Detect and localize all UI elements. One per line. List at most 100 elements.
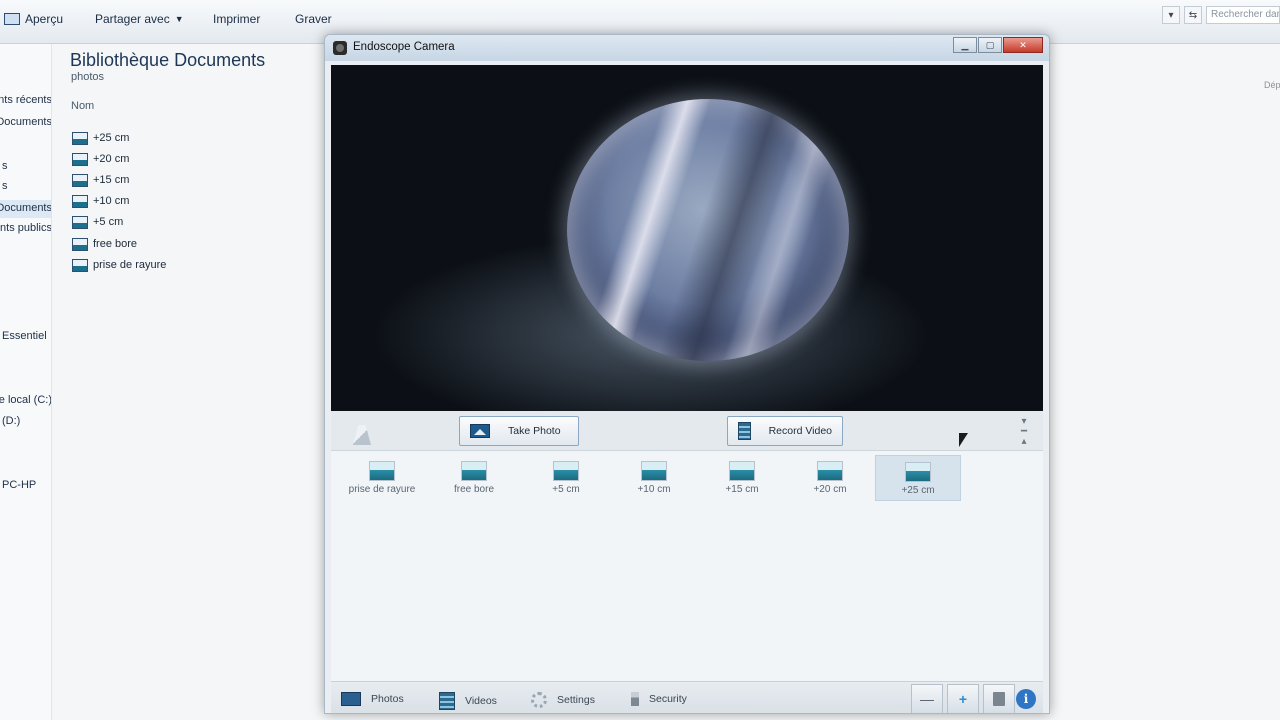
image-thumbnail-icon — [729, 461, 755, 481]
print-label: Imprimer — [213, 12, 261, 26]
videos-icon — [439, 692, 455, 710]
nav-item-essentiel[interactable]: Essentiel — [0, 330, 51, 342]
chevron-down-icon: ▼ — [174, 14, 184, 24]
plus-icon: + — [958, 691, 968, 707]
bottom-tab-bar: Photos Videos Settings Security — + i — [331, 681, 1043, 713]
image-thumbnail-icon — [461, 461, 487, 481]
library-title: Bibliothèque Documents — [70, 50, 266, 70]
add-button[interactable]: + — [947, 684, 979, 713]
thumbnail-label: +10 cm — [637, 484, 671, 495]
photos-icon — [341, 692, 361, 706]
address-controls: ▾ ⇆ Rechercher dans — [1162, 6, 1280, 24]
camera-preview — [331, 65, 1043, 411]
tab-photos[interactable]: Photos — [341, 692, 404, 706]
chevron-down-icon[interactable]: ▾ — [1162, 6, 1180, 24]
share-label: Partager avec — [95, 12, 170, 26]
tab-videos-label: Videos — [465, 695, 497, 707]
tab-videos[interactable]: Videos — [439, 692, 497, 710]
nav-item-public-documents[interactable]: Documents publics — [0, 222, 51, 234]
snapshot-icon[interactable] — [353, 425, 371, 445]
thumbnail-label: prise de rayure — [348, 484, 416, 495]
search-input[interactable]: Rechercher dans — [1206, 6, 1280, 24]
record-video-button[interactable]: Record Video — [727, 416, 843, 446]
tab-security-label: Security — [649, 693, 687, 705]
nav-item-recent[interactable]: Emplacements récents — [0, 94, 51, 106]
tab-photos-label: Photos — [371, 693, 404, 705]
gallery-thumbnail[interactable]: prise de rayure — [339, 455, 425, 501]
file-row[interactable]: +25 cm — [72, 129, 129, 147]
nav-item[interactable]: s — [0, 180, 51, 192]
window-title: Endoscope Camera — [353, 41, 455, 53]
close-button[interactable]: ✕ — [1003, 37, 1043, 53]
gallery-thumbnail[interactable]: +15 cm — [699, 455, 785, 501]
collapse-icon[interactable]: ▾ ━ ▴ — [1015, 417, 1033, 447]
refresh-icon[interactable]: ⇆ — [1184, 6, 1202, 24]
camera-app-icon — [333, 41, 347, 55]
capture-controls: Take Photo Record Video ▾ ━ ▴ — [331, 411, 1043, 451]
nav-item-drive-c[interactable]: Disque local (C:) — [0, 394, 51, 406]
info-button[interactable]: i — [1011, 684, 1041, 713]
file-row[interactable]: +20 cm — [72, 150, 129, 168]
gallery-thumbnail-selected[interactable]: +25 cm — [875, 455, 961, 501]
nav-item-documents-selected[interactable]: Documents — [0, 200, 51, 218]
nav-item-network-pc[interactable]: PC-HP — [0, 479, 51, 491]
image-thumbnail-icon — [905, 462, 931, 482]
gallery-thumbnail[interactable]: +5 cm — [523, 455, 609, 501]
library-pane: Bibliothèque Documents photos Nom +25 cm… — [52, 44, 342, 720]
thumbnail-label: free bore — [453, 484, 495, 495]
preview-icon — [4, 13, 20, 25]
navigation-pane: Emplacements récents Documents s s Docum… — [0, 44, 52, 720]
image-thumbnail-icon — [641, 461, 667, 481]
image-file-icon — [72, 215, 88, 229]
print-button[interactable]: Imprimer — [213, 12, 260, 26]
nav-item-drive-d[interactable]: (D:) — [0, 415, 51, 427]
take-photo-label: Take Photo — [508, 425, 561, 437]
image-file-icon — [72, 237, 88, 251]
record-video-label: Record Video — [768, 425, 832, 437]
endoscope-camera-window: Endoscope Camera ▁ ▢ ✕ Take Photo Record… — [324, 34, 1050, 714]
thumbnail-label: +5 cm — [552, 484, 580, 495]
file-row[interactable]: prise de rayure — [72, 256, 166, 274]
trash-icon — [993, 692, 1005, 706]
burn-label: Graver — [295, 12, 332, 26]
thumbnail-label: +15 cm — [725, 484, 759, 495]
file-row[interactable]: +5 cm — [72, 213, 123, 231]
maximize-button[interactable]: ▢ — [978, 37, 1002, 53]
thumbnail-label: +20 cm — [813, 484, 847, 495]
gallery-thumbnail[interactable]: free bore — [431, 455, 517, 501]
take-photo-button[interactable]: Take Photo — [459, 416, 579, 446]
gallery-thumbnail[interactable]: +20 cm — [787, 455, 873, 501]
file-row[interactable]: free bore — [72, 235, 137, 253]
nav-item-documents[interactable]: Documents — [0, 116, 51, 128]
image-file-icon — [72, 131, 88, 145]
image-file-icon — [72, 152, 88, 166]
library-subtitle: photos — [71, 71, 105, 83]
image-thumbnail-icon — [369, 461, 395, 481]
image-thumbnail-icon — [817, 461, 843, 481]
info-icon: i — [1016, 689, 1036, 709]
gallery-thumbnail[interactable]: +10 cm — [611, 455, 697, 501]
column-header-name[interactable]: Nom — [71, 100, 94, 112]
tab-settings[interactable]: Settings — [531, 692, 595, 708]
burn-button[interactable]: Graver — [295, 12, 332, 26]
photo-icon — [470, 424, 490, 438]
image-file-icon — [72, 173, 88, 187]
file-row[interactable]: +15 cm — [72, 171, 129, 189]
share-button[interactable]: Partager avec ▼ — [95, 12, 184, 26]
mouse-cursor-icon — [959, 433, 968, 447]
file-row[interactable]: +10 cm — [72, 192, 129, 210]
tab-security[interactable]: Security — [631, 692, 687, 706]
minimize-button[interactable]: ▁ — [953, 37, 977, 53]
preview-lens-view — [567, 99, 849, 361]
image-file-icon — [72, 258, 88, 272]
title-bar[interactable]: Endoscope Camera ▁ ▢ ✕ — [325, 35, 1049, 61]
zoom-out-button[interactable]: — — [911, 684, 943, 713]
details-column-label: Dép — [1264, 80, 1280, 90]
image-file-icon — [72, 194, 88, 208]
gear-icon — [531, 692, 547, 708]
photo-gallery: prise de rayure free bore +5 cm +10 cm +… — [331, 451, 1043, 681]
apercu-button[interactable]: Aperçu — [4, 12, 63, 26]
nav-item[interactable]: s — [0, 160, 51, 172]
film-icon — [738, 422, 751, 440]
thumbnail-label: +25 cm — [901, 485, 935, 496]
